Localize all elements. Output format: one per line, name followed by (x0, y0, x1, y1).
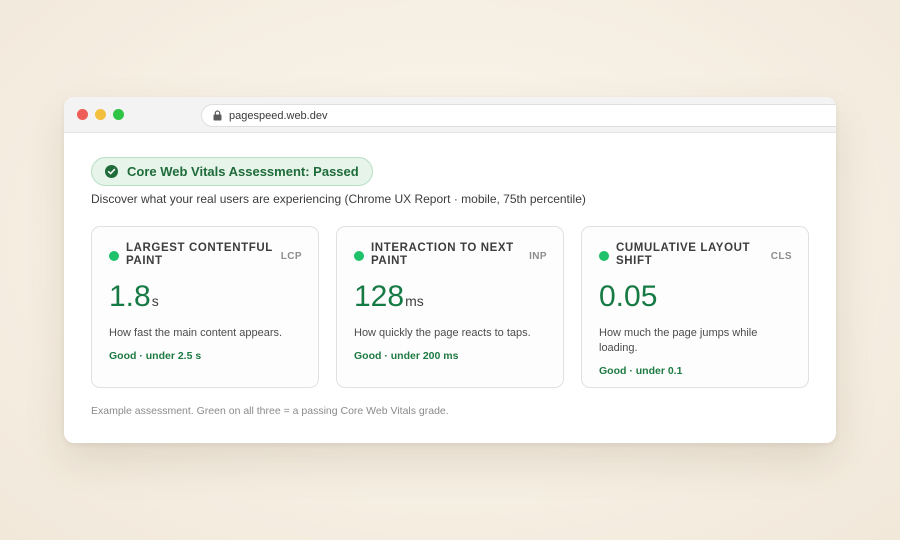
metric-grade: Good · under 2.5 s (109, 350, 202, 362)
lock-icon (213, 110, 222, 121)
maximize-window-button[interactable] (113, 109, 124, 120)
metric-description: How quickly the page reacts to taps. (354, 327, 531, 339)
metric-card-inp: INTERACTION TO NEXT PAINT INP 128ms How … (336, 226, 564, 388)
close-window-button[interactable] (77, 109, 88, 120)
good-status-dot-icon (354, 251, 364, 261)
browser-window: pagespeed.web.dev Core Web Vitals Assess… (64, 97, 836, 443)
metric-name: CUMULATIVE LAYOUT SHIFT (616, 242, 751, 267)
title-bar: pagespeed.web.dev (64, 97, 836, 133)
metric-value-unit: s (151, 293, 159, 309)
metric-value-unit: ms (405, 293, 424, 309)
address-bar[interactable]: pagespeed.web.dev (201, 104, 836, 127)
metric-value-number: 0.05 (599, 280, 658, 313)
assessment-description: Discover what your real users are experi… (91, 192, 586, 206)
assessment-status-badge: Core Web Vitals Assessment: Passed (91, 157, 373, 186)
check-circle-icon (105, 165, 118, 178)
good-status-dot-icon (109, 251, 119, 261)
page-content: Core Web Vitals Assessment: Passed Disco… (91, 157, 809, 388)
metric-abbreviation: CLS (770, 251, 792, 262)
metric-card-lcp: LARGEST CONTENTFUL PAINT LCP 1.8s How fa… (91, 226, 319, 388)
minimize-window-button[interactable] (95, 109, 106, 120)
good-status-dot-icon (599, 251, 609, 261)
metric-grade: Good · under 0.1 (599, 365, 683, 377)
metric-abbreviation: LCP (280, 251, 302, 262)
metric-name: LARGEST CONTENTFUL PAINT (126, 242, 273, 267)
metric-description: How fast the main content appears. (109, 327, 283, 339)
metric-value-number: 1.8 (109, 280, 151, 313)
url-text: pagespeed.web.dev (229, 109, 328, 122)
metric-abbreviation: INP (529, 251, 547, 262)
metric-grade: Good · under 200 ms (354, 350, 459, 362)
metric-name: INTERACTION TO NEXT PAINT (371, 242, 514, 267)
metric-value-number: 128 (354, 280, 405, 313)
assessment-status-label: Core Web Vitals Assessment: Passed (127, 164, 359, 179)
metric-card-cls: CUMULATIVE LAYOUT SHIFT CLS 0.05 How muc… (581, 226, 809, 388)
metric-value: 128ms (354, 280, 546, 319)
metric-description: How much the page jumps while loading. (599, 327, 758, 354)
metric-value: 1.8s (109, 280, 301, 319)
metric-cards: LARGEST CONTENTFUL PAINT LCP 1.8s How fa… (91, 226, 809, 388)
metric-value: 0.05 (599, 280, 791, 319)
footnote: Example assessment. Green on all three =… (91, 405, 449, 417)
